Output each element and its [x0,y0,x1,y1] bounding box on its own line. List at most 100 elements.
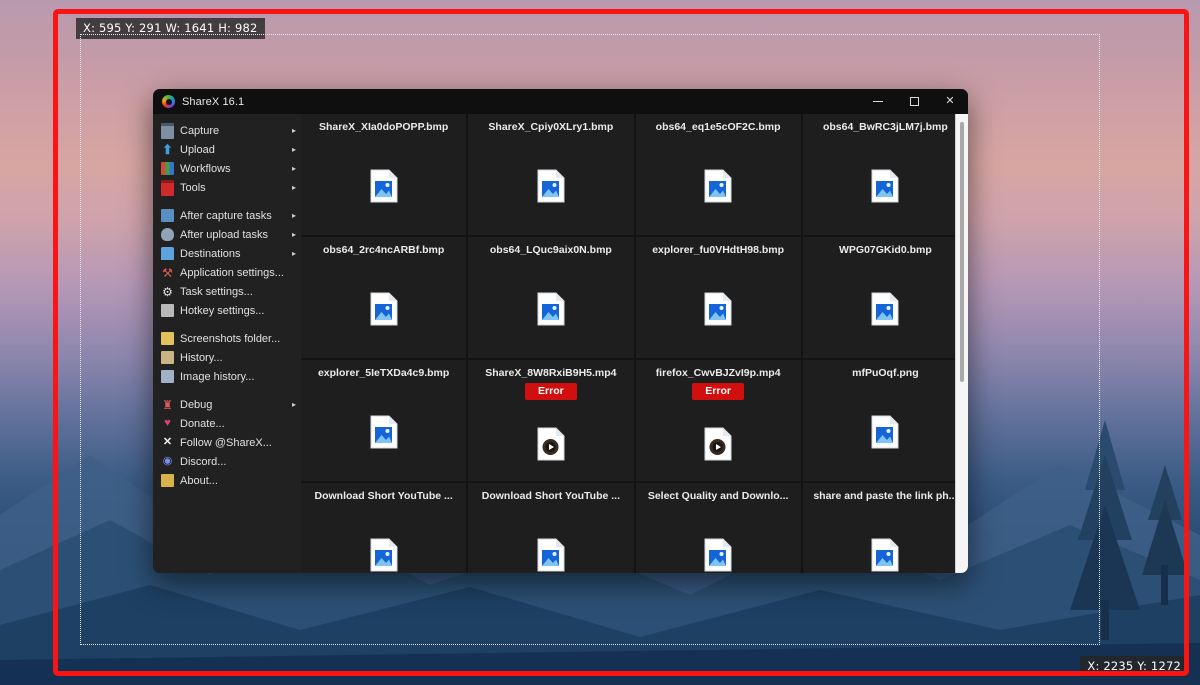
scrollbar-thumb[interactable] [960,122,964,382]
file-tile[interactable]: obs64_BwRC3jLM7j.bmp [802,114,968,235]
file-tile[interactable]: obs64_LQuc9aix0N.bmp [468,237,634,358]
sidebar-item-tools[interactable]: Tools ▸ [153,178,301,197]
menu-separator [153,386,301,395]
screen-capture-overlay: X: 595 Y: 291 W: 1641 H: 982 X: 2235 Y: … [0,0,1200,685]
window-controls[interactable]: ✕ [860,89,968,114]
workflows-grid-icon [161,162,174,175]
sidebar-item-screenshots-folder[interactable]: Screenshots folder... [153,329,301,348]
file-tile[interactable]: ShareX_Cpiy0XLry1.bmp [468,114,634,235]
file-tile[interactable]: Download Short YouTube ... [301,483,467,573]
history-icon [161,351,174,364]
sharex-logo-icon [162,95,175,108]
maximize-icon [909,97,919,106]
file-grid[interactable]: ShareX_XIa0doPOPP.bmp ShareX_Cpiy0XLry1.b… [301,114,968,573]
image-history-icon [161,370,174,383]
file-tile[interactable]: Download Short YouTube ... [468,483,634,573]
file-tile-label: Download Short YouTube ... [481,490,620,502]
sidebar-item-history[interactable]: History... [153,348,301,367]
sidebar-item-label: Application settings... [180,266,284,279]
sidebar-item-donate[interactable]: ♥ Donate... [153,414,301,433]
chevron-right-icon: ▸ [291,145,296,154]
camera-icon [161,122,174,139]
close-icon: ✕ [945,95,955,107]
status-badge: Error [525,383,577,400]
file-tile[interactable]: share and paste the link ph... [802,483,968,573]
main-menu-sidebar[interactable]: Capture ▸ ⬆ Upload ▸ Workflows ▸ Tools ▸ After ca… [153,114,301,573]
file-tile-label: mfPuOqf.png [852,367,919,379]
file-tile-label: Select Quality and Downlo... [647,490,789,502]
image-file-icon [301,137,466,235]
maximize-button[interactable] [896,89,932,114]
sidebar-item-after-upload-tasks[interactable]: After upload tasks ▸ [153,225,301,244]
file-tile-label: ShareX_Cpiy0XLry1.bmp [488,121,614,133]
image-file-icon [468,260,633,358]
image-file-icon [803,260,968,358]
sidebar-item-debug[interactable]: ♜ Debug ▸ [153,395,301,414]
sidebar-item-label: Capture [180,124,220,137]
file-tile-label: obs64_LQuc9aix0N.bmp [489,244,612,256]
x-twitter-icon: ✕ [162,436,173,448]
sidebar-item-label: Hotkey settings... [180,304,265,317]
image-file-icon [301,260,466,358]
sidebar-item-about[interactable]: About... [153,471,301,490]
file-tile-label: obs64_2rc4ncARBf.bmp [322,244,445,256]
file-tile[interactable]: ShareX_8W8RxiB9H5.mp4 Error [468,360,634,481]
sidebar-item-label: Task settings... [180,285,253,298]
sidebar-item-task-settings[interactable]: ⚙ Task settings... [153,282,301,301]
sidebar-item-follow-sharex[interactable]: ✕ Follow @ShareX... [153,433,301,452]
heart-icon: ♥ [164,417,171,429]
gear-icon: ⚙ [162,284,173,299]
sidebar-item-capture[interactable]: Capture ▸ [153,121,301,140]
menu-separator [153,197,301,206]
file-tile-label: WPG07GKid0.bmp [838,244,932,256]
sidebar-item-image-history[interactable]: Image history... [153,367,301,386]
window-title: ShareX 16.1 [182,95,245,108]
file-tile[interactable]: mfPuOqf.png [802,360,968,481]
window-titlebar[interactable]: ShareX 16.1 ✕ [153,89,968,114]
sidebar-item-label: Discord... [180,455,227,468]
file-tile[interactable]: Select Quality and Downlo... [635,483,801,573]
file-tile[interactable]: explorer_5IeTXDa4c9.bmp [301,360,467,481]
minimize-button[interactable] [860,89,896,114]
minimize-icon [873,101,883,102]
sidebar-item-workflows[interactable]: Workflows ▸ [153,159,301,178]
file-tile[interactable]: ShareX_XIa0doPOPP.bmp [301,114,467,235]
file-tile-label: ShareX_XIa0doPOPP.bmp [318,121,449,133]
sidebar-item-label: Destinations [180,247,241,260]
file-tile[interactable]: obs64_eq1e5cOF2C.bmp [635,114,801,235]
sidebar-item-label: Donate... [180,417,225,430]
image-file-icon [636,506,801,573]
file-tile[interactable]: WPG07GKid0.bmp [802,237,968,358]
capture-size-readout: X: 595 Y: 291 W: 1641 H: 982 [76,18,265,39]
image-file-icon [636,260,801,358]
file-grid-scrollbar[interactable] [955,114,968,573]
sidebar-item-upload[interactable]: ⬆ Upload ▸ [153,140,301,159]
file-grid-panel[interactable]: ShareX_XIa0doPOPP.bmp ShareX_Cpiy0XLry1.b… [301,114,968,573]
video-file-icon [468,406,633,481]
chevron-right-icon: ▸ [291,230,296,239]
sidebar-item-after-capture-tasks[interactable]: After capture tasks ▸ [153,206,301,225]
destinations-icon [161,247,174,260]
file-tile[interactable]: explorer_fu0VHdtH98.bmp [635,237,801,358]
sharex-window[interactable]: ShareX 16.1 ✕ Capture ▸ ⬆ Upload ▸ Workflows ▸… [153,89,968,573]
file-tile[interactable]: firefox_CwvBJZvI9p.mp4 Error [635,360,801,481]
sidebar-item-label: Screenshots folder... [180,332,281,345]
sidebar-item-label: Follow @ShareX... [180,436,272,449]
image-file-icon [803,383,968,481]
file-tile[interactable]: obs64_2rc4ncARBf.bmp [301,237,467,358]
window-body: Capture ▸ ⬆ Upload ▸ Workflows ▸ Tools ▸ After ca… [153,114,968,573]
folder-icon [161,332,174,345]
discord-icon: ◉ [162,455,173,467]
image-file-icon [301,383,466,481]
sidebar-item-application-settings[interactable]: ⚒ Application settings... [153,263,301,282]
sidebar-item-discord[interactable]: ◉ Discord... [153,452,301,471]
keyboard-icon [161,304,174,317]
image-file-icon [468,506,633,573]
status-badge: Error [692,383,744,400]
image-file-icon [803,137,968,235]
sidebar-item-destinations[interactable]: Destinations ▸ [153,244,301,263]
close-button[interactable]: ✕ [932,89,968,114]
file-tile-label: obs64_BwRC3jLM7j.bmp [822,121,948,133]
sidebar-item-label: Image history... [180,370,255,383]
sidebar-item-hotkey-settings[interactable]: Hotkey settings... [153,301,301,320]
